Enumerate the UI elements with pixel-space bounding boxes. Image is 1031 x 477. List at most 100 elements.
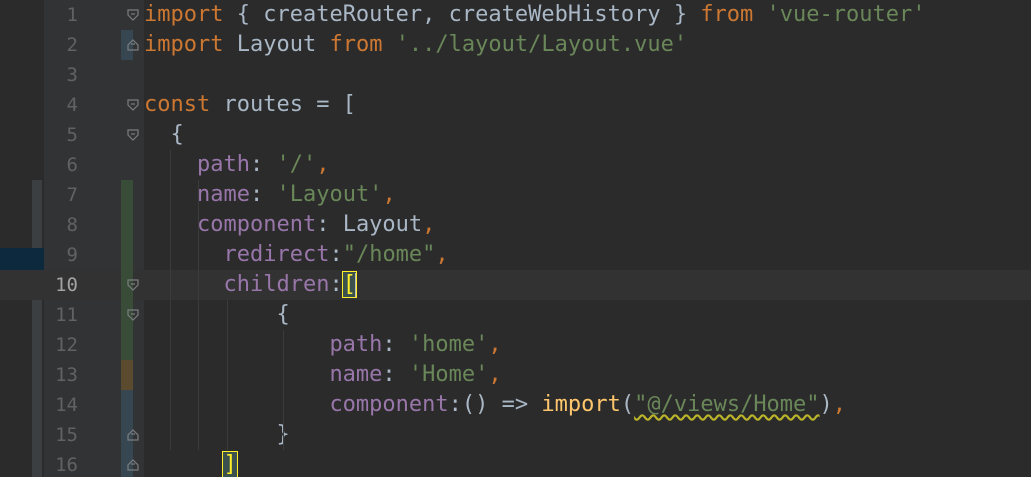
code-token: '../layout/Layout.vue' — [395, 32, 688, 57]
warning-string-token: "@/views/Home" — [634, 392, 820, 417]
code-line-10[interactable]: 10 children:[ — [0, 270, 1031, 300]
code-text[interactable]: import { createRouter, createWebHistory … — [144, 0, 926, 30]
matched-bracket: [ — [341, 271, 357, 298]
code-line-1[interactable]: 1 import { createRouter, createWebHistory… — [0, 0, 1031, 30]
code-text[interactable]: redirect:"/home", — [144, 240, 449, 270]
code-text[interactable]: import Layout from '../layout/Layout.vue… — [144, 30, 687, 60]
code-token: : Layout — [316, 212, 423, 237]
fold-collapse-icon[interactable] — [126, 278, 140, 292]
line-number: 9 — [66, 244, 78, 266]
code-text[interactable]: path: '/', — [144, 150, 329, 180]
code-text[interactable]: { — [144, 120, 184, 150]
vcs-change-marker-added[interactable] — [121, 240, 133, 270]
code-token: : — [382, 362, 409, 387]
code-token: , — [488, 332, 502, 357]
code-token: ) — [819, 392, 833, 417]
code-text[interactable]: component: Layout, — [144, 210, 435, 240]
code-token: , — [832, 392, 847, 417]
indent-guide — [170, 150, 171, 450]
code-token: :() => — [448, 392, 542, 417]
code-token: 'home' — [408, 332, 489, 357]
fold-end-icon[interactable] — [126, 428, 140, 442]
code-line-11[interactable]: 11 { — [0, 300, 1031, 330]
code-token: , — [422, 212, 436, 237]
code-line-14[interactable]: 14 component:() => import("@/views/Home"… — [0, 390, 1031, 420]
code-token: component — [196, 212, 317, 237]
code-token: from — [329, 32, 383, 57]
fold-collapse-icon[interactable] — [126, 8, 140, 22]
code-text[interactable]: children:[ — [144, 270, 357, 300]
code-token: : — [329, 242, 343, 267]
code-token: children — [223, 272, 330, 297]
code-text[interactable]: name: 'Layout', — [144, 180, 396, 210]
code-token: { — [144, 302, 290, 327]
line-number: 13 — [55, 364, 78, 386]
fold-end-icon[interactable] — [126, 458, 140, 472]
code-line-3[interactable]: 3 — [0, 60, 1031, 90]
code-text[interactable]: { — [144, 300, 290, 330]
vcs-change-marker-other[interactable] — [121, 360, 133, 390]
line-number: 15 — [55, 424, 78, 446]
fold-end-icon[interactable] — [126, 38, 140, 52]
vcs-change-marker-added[interactable] — [121, 210, 133, 240]
vcs-change-marker-added[interactable] — [121, 180, 133, 210]
code-text[interactable]: const routes = [ — [144, 90, 356, 120]
code-token: 'vue-router' — [766, 2, 926, 27]
code-line-8[interactable]: 8 component: Layout, — [0, 210, 1031, 240]
code-token: 'Home' — [408, 362, 489, 387]
code-text[interactable]: component:() => import("@/views/Home"), — [144, 390, 846, 420]
code-token: import — [144, 32, 224, 57]
indent-guide — [283, 330, 284, 450]
code-line-5[interactable]: 5 { — [0, 120, 1031, 150]
fold-collapse-icon[interactable] — [126, 98, 140, 112]
code-token: ( — [620, 392, 635, 417]
code-token: : — [249, 152, 277, 177]
code-token: '/' — [276, 152, 317, 177]
code-editor[interactable]: 1 import { createRouter, createWebHistory… — [0, 0, 1031, 477]
code-token: , — [488, 362, 502, 387]
code-token: , — [316, 152, 330, 177]
code-line-9[interactable]: 9 redirect:"/home", — [0, 240, 1031, 270]
line-number: 3 — [66, 64, 78, 86]
code-token: { — [144, 122, 184, 147]
code-token: Layout — [223, 32, 330, 57]
line-number: 10 — [55, 274, 78, 296]
fold-collapse-icon[interactable] — [126, 308, 140, 322]
code-line-16[interactable]: 16 ] — [0, 450, 1031, 477]
code-line-4[interactable]: 4 const routes = [ — [0, 90, 1031, 120]
code-line-15[interactable]: 15 } — [0, 420, 1031, 450]
code-line-2[interactable]: 2 import Layout from '../layout/Layout.vu… — [0, 30, 1031, 60]
code-line-13[interactable]: 13 name: 'Home', — [0, 360, 1031, 390]
fold-collapse-icon[interactable] — [126, 128, 140, 142]
indent-guide — [227, 300, 228, 450]
line-number: 16 — [55, 454, 78, 476]
code-line-6[interactable]: 6 path: '/', — [0, 150, 1031, 180]
code-line-7[interactable]: 7 name: 'Layout', — [0, 180, 1031, 210]
matched-bracket: ] — [222, 451, 238, 477]
code-token: : — [382, 332, 409, 357]
code-token: , — [435, 242, 449, 267]
line-number: 14 — [55, 394, 78, 416]
code-token: const — [144, 92, 211, 117]
code-text[interactable]: } — [144, 420, 290, 450]
code-token: { createRouter, createWebHistory } — [223, 2, 701, 27]
code-line-12[interactable]: 12 path: 'home', — [0, 330, 1031, 360]
text-caret — [354, 273, 357, 297]
code-token: : — [329, 272, 343, 297]
code-text[interactable]: ] — [144, 450, 238, 477]
line-number: 6 — [66, 154, 78, 176]
line-number: 1 — [66, 4, 78, 26]
code-token: name — [329, 362, 383, 387]
code-token: } — [144, 422, 290, 447]
code-token: "/home" — [342, 242, 436, 267]
line-number: 12 — [55, 334, 78, 356]
code-token: import — [144, 2, 224, 27]
vcs-change-marker-added[interactable] — [121, 330, 133, 360]
code-token: , — [382, 182, 396, 207]
vcs-change-marker-modified[interactable] — [121, 390, 133, 420]
